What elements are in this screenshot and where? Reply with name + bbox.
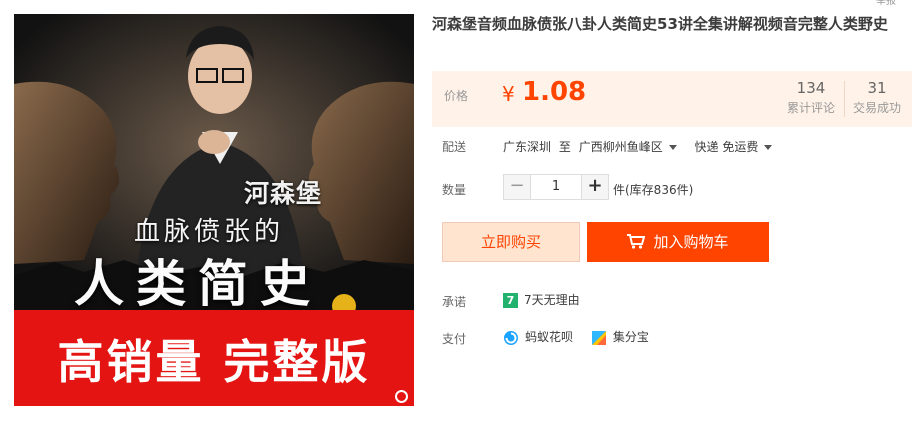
report-link[interactable]: 举报 — [876, 0, 896, 7]
price-panel: 价格 ¥ 1.08 134 累计评论 31 交易成功 — [432, 71, 912, 127]
currency-symbol: ¥ — [502, 82, 515, 106]
reviews-stat[interactable]: 134 累计评论 — [782, 78, 840, 118]
delivery-from: 广东深圳 — [503, 140, 552, 154]
price-amount: 1.08 — [522, 77, 587, 107]
delivery-destination-select[interactable]: 广西柳州鱼峰区 — [579, 138, 677, 155]
payment-label: 支付 — [442, 332, 467, 346]
delivery-method-select[interactable]: 快递 免运费 — [695, 138, 773, 155]
quantity-stepper: − 1 + — [503, 174, 609, 200]
promise-item[interactable]: 7 7天无理由 — [503, 291, 580, 308]
sales-count: 31 — [867, 79, 887, 97]
payment-jifenbao-label: 集分宝 — [612, 330, 649, 344]
jifenbao-icon — [591, 330, 606, 345]
buy-now-button[interactable]: 立即购买 — [442, 222, 580, 262]
promise-label: 承诺 — [442, 295, 467, 309]
cart-icon — [627, 233, 646, 249]
cover-host-name: 河森堡 — [244, 179, 323, 208]
chevron-down-icon — [764, 145, 773, 150]
product-image[interactable]: 河森堡 血脉偾张的 人类简史 高销量 完整版 — [14, 14, 414, 406]
quantity-increase-button[interactable]: + — [581, 174, 609, 200]
delivery-label: 配送 — [442, 140, 467, 154]
payment-huabei[interactable]: 蚂蚁花呗 — [503, 328, 573, 346]
zoom-icon[interactable] — [395, 390, 408, 403]
delivery-destination: 广西柳州鱼峰区 — [578, 140, 663, 154]
payment-huabei-label: 蚂蚁花呗 — [525, 330, 574, 344]
chevron-down-icon — [668, 145, 677, 150]
seven-day-return-icon: 7 — [503, 293, 518, 308]
payment-jifenbao[interactable]: 集分宝 — [591, 328, 649, 346]
payment-methods: 蚂蚁花呗 集分宝 — [503, 328, 649, 346]
reviews-label: 累计评论 — [786, 101, 835, 115]
reviews-count: 134 — [796, 79, 826, 97]
sales-label: 交易成功 — [852, 101, 901, 115]
promise-text: 7天无理由 — [524, 293, 580, 307]
add-to-cart-label: 加入购物车 — [653, 233, 729, 251]
delivery-info: 广东深圳 至 广西柳州鱼峰区 快递 免运费 — [503, 138, 773, 155]
product-title: 河森堡音频血脉偾张八卦人类简史53讲全集讲解视频音完整人类野史 — [432, 15, 888, 33]
delivery-method: 快递 免运费 — [694, 140, 759, 154]
quantity-input[interactable]: 1 — [531, 174, 581, 200]
add-to-cart-button[interactable]: 加入购物车 — [587, 222, 769, 262]
huabei-icon — [504, 330, 518, 345]
quantity-label: 数量 — [442, 183, 467, 197]
sales-stat: 31 交易成功 — [848, 78, 906, 118]
delivery-to-word: 至 — [558, 140, 571, 154]
price-label: 价格 — [444, 89, 469, 103]
quantity-decrease-button[interactable]: − — [503, 174, 531, 200]
stat-divider — [844, 81, 845, 117]
cover-subtitle: 血脉偾张的 — [134, 217, 285, 247]
cover-book-title: 人类简史 — [74, 254, 322, 313]
cover-banner-text: 高销量 完整版 — [57, 335, 371, 389]
stock-info: 件(库存836件) — [613, 183, 694, 197]
